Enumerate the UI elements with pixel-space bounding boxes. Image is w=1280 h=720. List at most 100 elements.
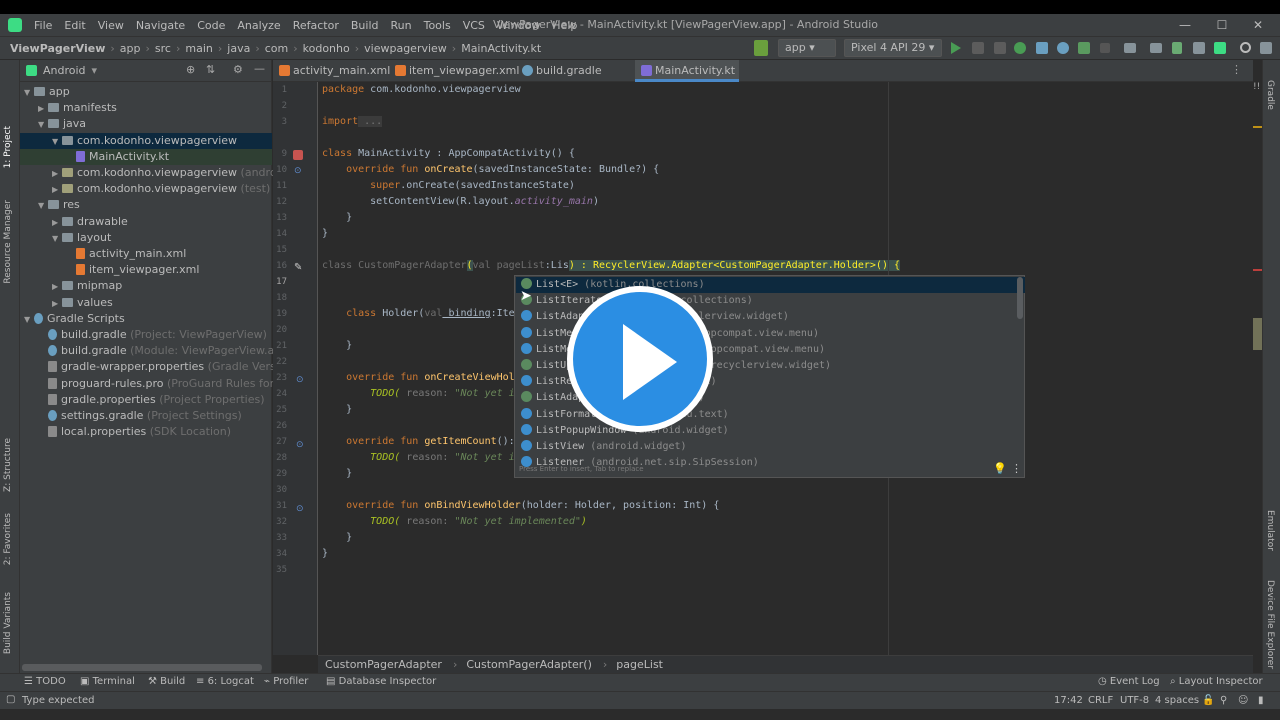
todo-tool-button[interactable]: ☰ TODO — [24, 676, 66, 687]
breadcrumb-com[interactable]: com — [262, 42, 292, 55]
layout-inspector-tool-button[interactable]: ⌕ Layout Inspector — [1170, 676, 1263, 687]
status-panel-icon[interactable]: ▢ — [6, 694, 15, 705]
run-config-select[interactable]: app ▾ — [778, 39, 836, 57]
project-tree-item[interactable]: build.gradle (Project: ViewPagerView) — [20, 327, 272, 343]
breadcrumb-src[interactable]: src — [152, 42, 174, 55]
profiler-tool-button[interactable]: ⌁ Profiler — [264, 676, 308, 687]
structure-tool-tab[interactable]: Z: Structure — [3, 438, 13, 492]
run-icon[interactable] — [951, 42, 961, 54]
project-tree-item[interactable]: ▼ Gradle Scripts — [20, 311, 272, 327]
inspector-icon[interactable]: ☺ — [1238, 695, 1248, 706]
maximize-button[interactable]: ☐ — [1214, 17, 1230, 33]
menu-view[interactable]: View — [92, 19, 130, 32]
close-window-button[interactable]: ✕ — [1250, 17, 1266, 33]
hide-panel-icon[interactable]: — — [254, 62, 265, 75]
tab-menu-icon[interactable]: ⋮ — [1231, 63, 1242, 76]
autocomplete-menu-icon[interactable]: ⋮ — [1011, 462, 1022, 475]
override-marker-icon[interactable]: ⊙ — [294, 166, 302, 176]
expand-arrow-icon[interactable]: ▼ — [38, 117, 48, 133]
breadcrumb-kodonho[interactable]: kodonho — [300, 42, 353, 55]
project-tree-item[interactable]: MainActivity.kt — [20, 148, 272, 165]
rerun-icon[interactable] — [972, 42, 984, 54]
project-tree-item[interactable]: ▼ res — [20, 197, 272, 213]
implement-marker-icon[interactable]: ⊙ — [296, 375, 304, 385]
error-mark[interactable] — [1253, 269, 1262, 271]
project-tree-item[interactable]: local.properties (SDK Location) — [20, 424, 272, 440]
intention-marker-icon[interactable]: ✎ — [294, 262, 302, 273]
project-view-select[interactable]: Android — [43, 64, 86, 77]
warning-mark[interactable] — [1253, 126, 1262, 128]
error-stripe[interactable] — [1253, 82, 1262, 655]
project-tree-item[interactable]: activity_main.xml — [20, 246, 272, 262]
menu-tools[interactable]: Tools — [418, 19, 457, 32]
project-tree-item[interactable]: ▶ values — [20, 295, 272, 311]
autocomplete-item[interactable]: List<E> (kotlin.collections) — [516, 277, 1025, 293]
project-tree-item[interactable]: ▼ app — [20, 84, 272, 100]
expand-arrow-icon[interactable]: ▼ — [24, 85, 34, 101]
collapse-arrow-icon[interactable]: ▶ — [52, 296, 62, 312]
avd-manager-icon[interactable] — [1150, 43, 1162, 53]
collapse-arrow-icon[interactable]: ▶ — [52, 182, 62, 198]
sdk-manager-icon[interactable] — [1172, 42, 1182, 54]
terminal-tool-button[interactable]: ▣ Terminal — [80, 676, 135, 687]
device-select[interactable]: Pixel 4 API 29 ▾ — [844, 39, 942, 57]
implement-marker-icon[interactable]: ⊙ — [296, 440, 304, 450]
collapse-arrow-icon[interactable]: ▶ — [52, 215, 62, 231]
breadcrumb-app[interactable]: app — [117, 42, 144, 55]
menu-edit[interactable]: Edit — [58, 19, 91, 32]
breadcrumb-main[interactable]: main — [182, 42, 215, 55]
project-tree-item[interactable]: build.gradle (Module: ViewPagerView.app) — [20, 343, 292, 359]
autocomplete-scrollbar[interactable] — [1017, 277, 1023, 319]
line-separator[interactable]: CRLF — [1088, 695, 1113, 706]
git-icon[interactable]: ⚲ — [1220, 695, 1227, 706]
project-tree-item[interactable]: settings.gradle (Project Settings) — [20, 408, 272, 424]
code-breadcrumb-class[interactable]: CustomPagerAdapter — [318, 658, 451, 671]
device-file-explorer-tool-tab[interactable]: Device File Explorer — [1265, 580, 1275, 669]
sync-project-icon[interactable] — [1124, 43, 1136, 53]
profile-icon[interactable] — [1057, 42, 1069, 54]
project-tree-item[interactable]: ▼ java — [20, 116, 272, 132]
project-tree-item[interactable]: ▶ drawable — [20, 214, 272, 230]
debug-icon[interactable] — [1014, 42, 1026, 54]
menu-vcs[interactable]: VCS — [457, 19, 491, 32]
coverage-icon[interactable] — [1036, 42, 1048, 54]
breadcrumb-java[interactable]: java — [224, 42, 253, 55]
menu-run[interactable]: Run — [385, 19, 418, 32]
breadcrumb-file[interactable]: MainActivity.kt — [458, 42, 544, 55]
breadcrumb-viewpagerview[interactable]: viewpagerview — [361, 42, 450, 55]
project-tree-item[interactable]: proguard-rules.pro (ProGuard Rules for V… — [20, 376, 324, 392]
project-tree-item[interactable]: gradle.properties (Project Properties) — [20, 392, 272, 408]
video-play-button[interactable] — [567, 286, 713, 432]
expand-arrow-icon[interactable]: ▼ — [52, 231, 62, 247]
tab-item-viewpager-xml[interactable]: item_viewpager.xml — [389, 60, 519, 82]
breadcrumb-project[interactable]: ViewPagerView — [0, 42, 108, 55]
emulator-tool-tab[interactable]: Emulator — [1265, 510, 1275, 551]
lightbulb-icon[interactable]: 💡 — [993, 462, 1007, 475]
minimize-button[interactable]: — — [1177, 17, 1193, 33]
gear-icon[interactable]: ⚙ — [233, 63, 243, 76]
collapse-arrow-icon[interactable]: ▶ — [52, 279, 62, 295]
caret-position[interactable]: 17:42 — [1054, 695, 1083, 706]
indent-setting[interactable]: 4 spaces — [1155, 695, 1199, 706]
collapse-arrow-icon[interactable]: ▶ — [52, 166, 62, 182]
collapse-arrow-icon[interactable]: ▶ — [38, 101, 48, 117]
build-variants-tool-tab[interactable]: Build Variants — [3, 592, 13, 654]
project-tool-tab[interactable]: 1: Project — [3, 126, 13, 168]
chevron-down-icon[interactable]: ▾ — [92, 64, 98, 77]
autocomplete-item[interactable]: ListView (android.widget) — [516, 439, 1025, 455]
menu-code[interactable]: Code — [191, 19, 231, 32]
build-tool-button[interactable]: ⚒ Build — [148, 676, 185, 687]
assistant-icon[interactable] — [1214, 42, 1226, 54]
project-tree-item[interactable]: ▼ com.kodonho.viewpagerview — [20, 132, 272, 150]
menu-file[interactable]: File — [28, 19, 58, 32]
expand-arrow-icon[interactable]: ▼ — [24, 312, 34, 328]
expand-arrow-icon[interactable]: ▼ — [52, 134, 62, 150]
code-breadcrumb-param[interactable]: pageList — [609, 658, 672, 671]
lock-icon[interactable]: 🔓 — [1202, 695, 1214, 706]
logcat-tool-button[interactable]: ≡ 6: Logcat — [196, 676, 254, 687]
stop-icon[interactable] — [1100, 43, 1110, 53]
apply-changes-icon[interactable] — [994, 42, 1006, 54]
event-log-tool-button[interactable]: ◷ Event Log — [1098, 676, 1160, 687]
tab-mainactivity-kt[interactable]: MainActivity.kt — [635, 60, 739, 82]
autocomplete-item[interactable]: ListPopupWindow (android.widget) — [516, 423, 1025, 439]
